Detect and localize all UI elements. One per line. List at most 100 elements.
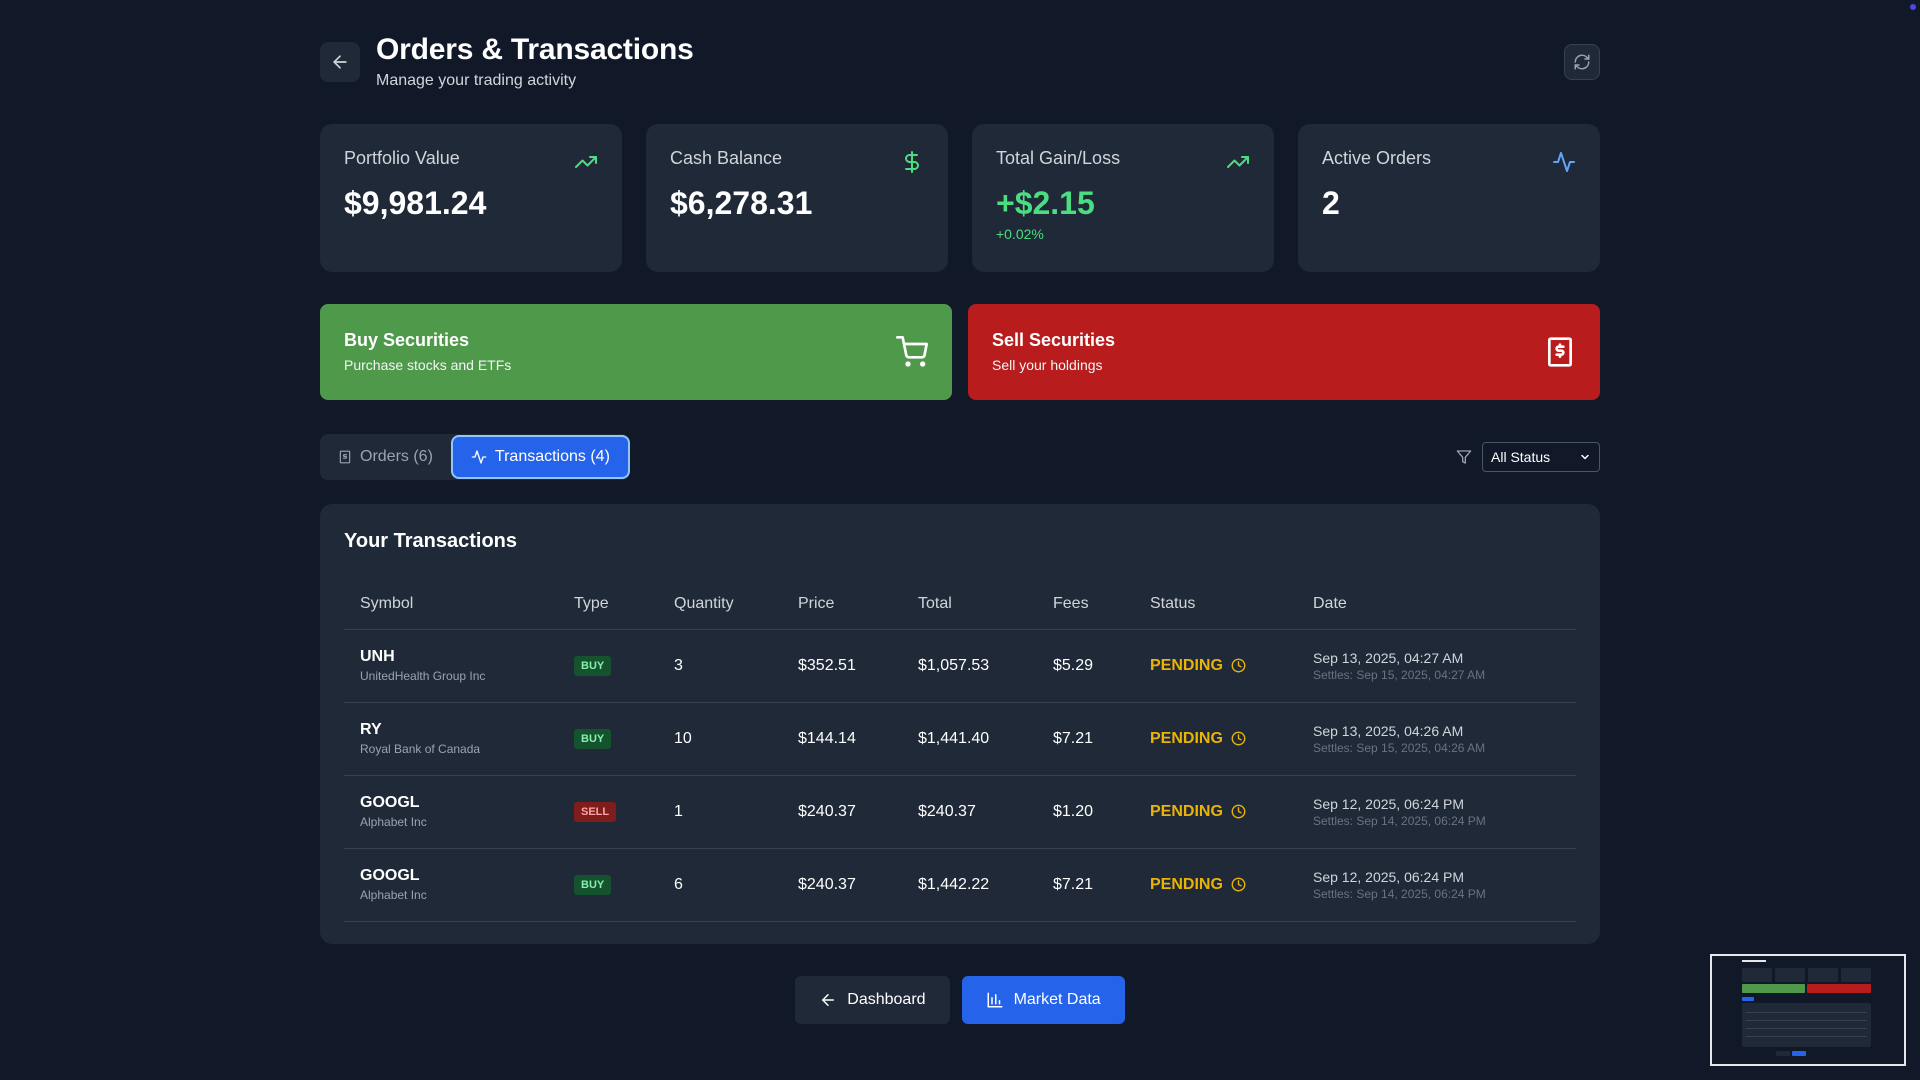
date-cell: Sep 13, 2025, 04:27 AM Settles: Sep 15, …: [1297, 629, 1576, 703]
transactions-table: Symbol Type Quantity Price Total Fees St…: [344, 579, 1576, 922]
symbol: GOOGL: [360, 794, 420, 811]
symbol-cell: RY Royal Bank of Canada: [344, 702, 558, 776]
column-header: Price: [782, 579, 902, 630]
total-cell: $1,441.40: [902, 702, 1037, 776]
back-button[interactable]: [320, 42, 360, 82]
buy-securities-button[interactable]: Buy Securities Purchase stocks and ETFs: [320, 304, 952, 400]
status-text: PENDING: [1150, 875, 1223, 893]
page-minimap[interactable]: [1710, 954, 1906, 1066]
action-title: Sell Securities: [992, 330, 1116, 350]
stat-card-cash-balance: Cash Balance $6,278.31: [646, 124, 948, 272]
status-filter: All Status: [1456, 442, 1600, 472]
symbol: UNH: [360, 648, 395, 665]
quantity-cell: 3: [658, 629, 782, 703]
type-badge: BUY: [574, 874, 612, 895]
status-cell: PENDING: [1134, 775, 1297, 849]
tab-orders[interactable]: Orders (6): [320, 434, 451, 480]
type-cell: BUY: [558, 629, 658, 703]
table-header-row: Symbol Type Quantity Price Total Fees St…: [344, 579, 1576, 630]
type-badge: BUY: [574, 655, 612, 676]
main-container: Orders & Transactions Manage your tradin…: [320, 0, 1600, 1024]
date: Sep 12, 2025, 06:24 PM: [1313, 868, 1464, 885]
bottom-nav: Dashboard Market Data: [320, 976, 1600, 1024]
symbol: RY: [360, 721, 382, 738]
column-header: Date: [1297, 579, 1576, 630]
tab-label: Orders (6): [360, 448, 433, 465]
header: Orders & Transactions Manage your tradin…: [320, 0, 1600, 110]
type-badge: BUY: [574, 728, 612, 749]
date: Sep 13, 2025, 04:27 AM: [1313, 649, 1464, 666]
trending-up-icon: [1227, 156, 1249, 168]
dashboard-button[interactable]: Dashboard: [795, 976, 950, 1024]
settle-date: Settles: Sep 15, 2025, 04:27 AM: [1313, 667, 1486, 682]
panel-title: Your Transactions: [344, 530, 518, 552]
status-text: PENDING: [1150, 729, 1223, 747]
status-badge: PENDING: [1150, 657, 1246, 675]
fees-cell: $1.20: [1037, 775, 1134, 849]
status-text: PENDING: [1150, 656, 1223, 674]
trending-up-icon: [575, 156, 597, 168]
total-cell: $240.37: [902, 775, 1037, 849]
status-select-value: All Status: [1491, 449, 1551, 465]
quantity-cell: 1: [658, 775, 782, 849]
stat-card-total-gain-loss: Total Gain/Loss +$2.15 +0.02%: [972, 124, 1274, 272]
column-header: Status: [1134, 579, 1297, 630]
table-row[interactable]: GOOGL Alphabet Inc BUY 6 $240.37 $1,442.…: [344, 848, 1576, 922]
receipt-dollar-icon: [1548, 337, 1572, 367]
fees-cell: $7.21: [1037, 848, 1134, 922]
price-cell: $144.14: [782, 702, 902, 776]
refresh-icon: [1574, 54, 1590, 70]
status-cell: PENDING: [1134, 702, 1297, 776]
action-title: Buy Securities: [344, 330, 470, 350]
tab-label: Transactions (4): [494, 448, 610, 465]
clock-icon: [1231, 877, 1246, 892]
stat-percent: +0.02%: [996, 226, 1044, 242]
page-subtitle: Manage your trading activity: [376, 72, 577, 89]
stat-label: Total Gain/Loss: [996, 148, 1121, 168]
stat-card-active-orders: Active Orders 2: [1298, 124, 1600, 272]
market-data-button[interactable]: Market Data: [961, 976, 1125, 1024]
stat-value: $6,278.31: [670, 185, 813, 221]
activity-icon: [471, 450, 487, 464]
type-cell: SELL: [558, 775, 658, 849]
clock-icon: [1231, 731, 1246, 746]
refresh-button[interactable]: [1564, 44, 1600, 80]
company-name: UnitedHealth Group Inc: [360, 669, 486, 683]
symbol-cell: GOOGL Alphabet Inc: [344, 775, 558, 849]
market-data-label: Market Data: [1013, 991, 1101, 1008]
date: Sep 13, 2025, 04:26 AM: [1313, 722, 1464, 739]
column-header: Quantity: [658, 579, 782, 630]
stat-value: $9,981.24: [344, 185, 487, 221]
symbol: GOOGL: [360, 867, 420, 884]
tab-transactions[interactable]: Transactions (4): [450, 435, 630, 479]
stat-label: Active Orders: [1322, 148, 1432, 168]
column-header: Type: [558, 579, 658, 630]
stats-row: Portfolio Value $9,981.24 Cash Balance $…: [320, 124, 1600, 272]
date-cell: Sep 12, 2025, 06:24 PM Settles: Sep 14, …: [1297, 848, 1576, 922]
fees-cell: $7.21: [1037, 702, 1134, 776]
action-subtitle: Sell your holdings: [992, 357, 1103, 373]
tabs-row: Orders (6) Transactions (4) All Status: [320, 434, 1600, 480]
stat-card-portfolio-value: Portfolio Value $9,981.24: [320, 124, 622, 272]
company-name: Royal Bank of Canada: [360, 742, 481, 756]
table-row[interactable]: RY Royal Bank of Canada BUY 10 $144.14 $…: [344, 702, 1576, 776]
symbol-cell: UNH UnitedHealth Group Inc: [344, 629, 558, 703]
type-badge: SELL: [574, 801, 617, 822]
status-select[interactable]: All Status: [1482, 442, 1600, 472]
company-name: Alphabet Inc: [360, 888, 427, 902]
stat-label: Portfolio Value: [344, 148, 460, 168]
table-row[interactable]: UNH UnitedHealth Group Inc BUY 3 $352.51…: [344, 629, 1576, 703]
stat-label: Cash Balance: [670, 148, 783, 168]
type-cell: BUY: [558, 848, 658, 922]
transactions-panel: Your Transactions Symbol Type Quantity P…: [320, 504, 1600, 944]
receipt-icon: [339, 450, 351, 464]
status-badge: PENDING: [1150, 803, 1246, 821]
sell-securities-button[interactable]: Sell Securities Sell your holdings: [968, 304, 1600, 400]
date: Sep 12, 2025, 06:24 PM: [1313, 795, 1464, 812]
total-cell: $1,442.22: [902, 848, 1037, 922]
page-title: Orders & Transactions: [376, 33, 694, 66]
column-header: Fees: [1037, 579, 1134, 630]
table-row[interactable]: GOOGL Alphabet Inc SELL 1 $240.37 $240.3…: [344, 775, 1576, 849]
filter-icon: [1456, 450, 1472, 464]
quantity-cell: 6: [658, 848, 782, 922]
